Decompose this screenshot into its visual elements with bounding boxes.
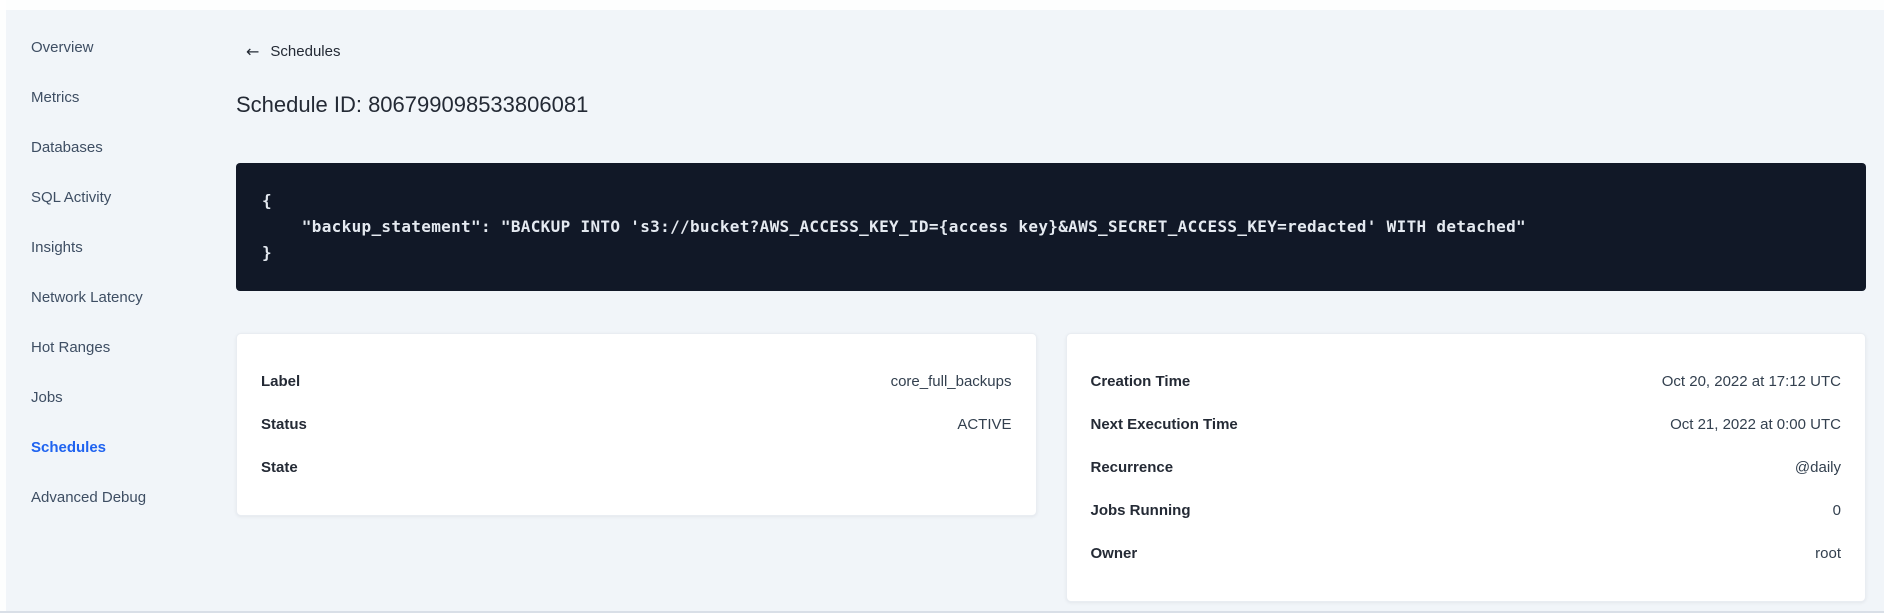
detail-row-key: Next Execution Time [1090,416,1238,433]
schedule-definition-code-block: { "backup_statement": "BACKUP INTO 's3:/… [236,163,1866,291]
detail-row-value: @daily [1794,459,1841,476]
sidebar-item-list: Overview Metrics Databases SQL Activity … [31,23,220,523]
detail-row-label: Label core_full_backups [261,360,1012,403]
detail-row-value: core_full_backups [890,373,1012,390]
detail-row-value: 0 [1832,502,1841,519]
sidebar-nav: Overview Metrics Databases SQL Activity … [0,0,220,523]
detail-row-key: State [261,459,298,476]
detail-row-status: Status ACTIVE [261,403,1012,446]
schedule-execution-card: Creation Time Oct 20, 2022 at 17:12 UTC … [1065,333,1866,602]
detail-row-value: ACTIVE [957,416,1012,433]
sidebar-item-databases[interactable]: Databases [31,123,220,173]
detail-row-owner: Owner root [1091,532,1842,575]
page-title: Schedule ID: 806799098533806081 [236,92,589,117]
schedule-summary-card: Label core_full_backups Status ACTIVE St… [236,333,1037,516]
detail-row-creation-time: Creation Time Oct 20, 2022 at 17:12 UTC [1091,360,1842,403]
sidebar-item-advanced-debug[interactable]: Advanced Debug [31,473,220,523]
code-line: { [262,191,272,210]
detail-row-next-execution-time: Next Execution Time Oct 21, 2022 at 0:00… [1091,403,1842,446]
sidebar-item-jobs[interactable]: Jobs [31,373,220,423]
detail-row-value: Oct 21, 2022 at 0:00 UTC [1670,416,1841,433]
sidebar-item-schedules[interactable]: Schedules [31,423,220,473]
sidebar-item-metrics[interactable]: Metrics [31,73,220,123]
detail-row-value: Oct 20, 2022 at 17:12 UTC [1661,373,1841,390]
detail-row-key: Recurrence [1090,459,1174,476]
detail-row-key: Jobs Running [1090,502,1191,519]
code-line: "backup_statement": "BACKUP INTO 's3://b… [262,217,1527,236]
sidebar-item-sql-activity[interactable]: SQL Activity [31,173,220,223]
code-line: } [262,243,272,262]
main-content: ← Schedules Schedule ID: 806799098533806… [236,0,1866,602]
detail-row-key: Label [261,373,301,390]
sidebar-item-overview[interactable]: Overview [31,23,220,73]
detail-row-value: root [1815,545,1841,562]
detail-row-recurrence: Recurrence @daily [1091,446,1842,489]
detail-cards-row: Label core_full_backups Status ACTIVE St… [236,333,1866,602]
arrow-left-icon: ← [246,42,260,61]
back-link-label: Schedules [270,43,341,60]
sidebar-item-insights[interactable]: Insights [31,223,220,273]
sidebar-item-network-latency[interactable]: Network Latency [31,273,220,323]
detail-row-key: Status [261,416,307,433]
detail-row-jobs-running: Jobs Running 0 [1091,489,1842,532]
back-link-schedules[interactable]: ← Schedules [246,43,340,61]
detail-row-key: Creation Time [1090,373,1191,390]
sidebar-item-hot-ranges[interactable]: Hot Ranges [31,323,220,373]
detail-row-state: State [261,446,1012,489]
detail-row-key: Owner [1090,545,1138,562]
